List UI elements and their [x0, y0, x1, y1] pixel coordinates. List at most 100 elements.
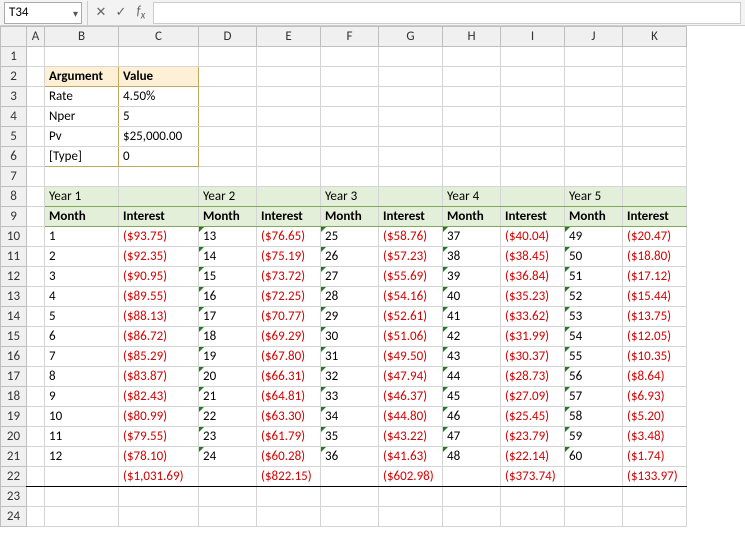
- interest-cell[interactable]: ($47.94): [379, 367, 443, 387]
- cell[interactable]: [27, 367, 45, 387]
- month-cell[interactable]: 55: [565, 347, 623, 367]
- row-header[interactable]: 12: [1, 267, 27, 287]
- cell[interactable]: [27, 147, 45, 167]
- cell[interactable]: [119, 507, 199, 527]
- select-all-corner[interactable]: [1, 27, 27, 47]
- cell[interactable]: [321, 507, 379, 527]
- interest-cell[interactable]: ($18.80): [623, 247, 687, 267]
- cell[interactable]: [501, 107, 565, 127]
- cell[interactable]: [565, 467, 623, 487]
- cell[interactable]: [565, 107, 623, 127]
- argument-name[interactable]: Nper: [45, 107, 119, 127]
- year-title[interactable]: Year 4: [443, 187, 501, 207]
- cell[interactable]: [257, 487, 321, 507]
- cell[interactable]: [623, 147, 687, 167]
- cell[interactable]: [443, 47, 501, 67]
- cell[interactable]: [379, 167, 443, 187]
- interest-cell[interactable]: ($70.77): [257, 307, 321, 327]
- cell[interactable]: [379, 487, 443, 507]
- interest-cell[interactable]: ($27.09): [501, 387, 565, 407]
- month-cell[interactable]: 39: [443, 267, 501, 287]
- interest-cell[interactable]: ($78.10): [119, 447, 199, 467]
- year-total[interactable]: ($602.98): [379, 467, 443, 487]
- month-cell[interactable]: 41: [443, 307, 501, 327]
- interest-cell[interactable]: ($36.84): [501, 267, 565, 287]
- cell[interactable]: [565, 87, 623, 107]
- month-cell[interactable]: 60: [565, 447, 623, 467]
- cell[interactable]: [199, 87, 257, 107]
- row-header[interactable]: 9: [1, 207, 27, 227]
- month-cell[interactable]: 34: [321, 407, 379, 427]
- row-header[interactable]: 21: [1, 447, 27, 467]
- cell[interactable]: [321, 467, 379, 487]
- cell[interactable]: [379, 127, 443, 147]
- row-header[interactable]: 4: [1, 107, 27, 127]
- argument-name[interactable]: [Type]: [45, 147, 119, 167]
- month-cell[interactable]: 6: [45, 327, 119, 347]
- month-cell[interactable]: 59: [565, 427, 623, 447]
- interest-cell[interactable]: ($85.29): [119, 347, 199, 367]
- interest-cell[interactable]: ($88.13): [119, 307, 199, 327]
- cell[interactable]: [257, 47, 321, 67]
- cell[interactable]: [27, 467, 45, 487]
- accept-formula-icon[interactable]: ✓: [111, 2, 131, 24]
- cell[interactable]: [199, 67, 257, 87]
- cell[interactable]: [501, 147, 565, 167]
- interest-cell[interactable]: ($73.72): [257, 267, 321, 287]
- month-cell[interactable]: 18: [199, 327, 257, 347]
- cell[interactable]: [27, 507, 45, 527]
- cell[interactable]: [501, 47, 565, 67]
- cell[interactable]: [27, 67, 45, 87]
- cell[interactable]: [321, 67, 379, 87]
- month-cell[interactable]: 40: [443, 287, 501, 307]
- chevron-down-icon[interactable]: ▾: [73, 7, 78, 20]
- interest-cell[interactable]: ($57.23): [379, 247, 443, 267]
- interest-cell[interactable]: ($3.48): [623, 427, 687, 447]
- cell[interactable]: [27, 87, 45, 107]
- col-header[interactable]: C: [119, 27, 199, 47]
- cell[interactable]: [199, 47, 257, 67]
- col-header[interactable]: K: [623, 27, 687, 47]
- cell[interactable]: [379, 147, 443, 167]
- row-header[interactable]: 6: [1, 147, 27, 167]
- month-cell[interactable]: 35: [321, 427, 379, 447]
- month-cell[interactable]: 21: [199, 387, 257, 407]
- cell[interactable]: [27, 267, 45, 287]
- cell[interactable]: [199, 467, 257, 487]
- cell[interactable]: [27, 487, 45, 507]
- cell[interactable]: [199, 127, 257, 147]
- cell[interactable]: [443, 87, 501, 107]
- cell[interactable]: [27, 287, 45, 307]
- col-header[interactable]: A: [27, 27, 45, 47]
- cell[interactable]: [27, 207, 45, 227]
- interest-cell[interactable]: ($30.37): [501, 347, 565, 367]
- interest-cell[interactable]: ($20.47): [623, 227, 687, 247]
- month-cell[interactable]: 2: [45, 247, 119, 267]
- argument-name[interactable]: Rate: [45, 87, 119, 107]
- year-total[interactable]: ($133.97): [623, 467, 687, 487]
- cell[interactable]: [119, 47, 199, 67]
- interest-cell[interactable]: ($92.35): [119, 247, 199, 267]
- month-cell[interactable]: 50: [565, 247, 623, 267]
- cell[interactable]: [623, 67, 687, 87]
- cell[interactable]: [443, 467, 501, 487]
- month-cell[interactable]: 56: [565, 367, 623, 387]
- argument-value[interactable]: 0: [119, 147, 199, 167]
- row-header[interactable]: 3: [1, 87, 27, 107]
- interest-cell[interactable]: ($17.12): [623, 267, 687, 287]
- cell[interactable]: [27, 447, 45, 467]
- cell[interactable]: [321, 87, 379, 107]
- cell[interactable]: [443, 487, 501, 507]
- interest-cell[interactable]: ($46.37): [379, 387, 443, 407]
- month-cell[interactable]: 5: [45, 307, 119, 327]
- row-header[interactable]: 23: [1, 487, 27, 507]
- month-cell[interactable]: 29: [321, 307, 379, 327]
- cell[interactable]: [27, 47, 45, 67]
- interest-cell[interactable]: ($55.69): [379, 267, 443, 287]
- interest-cell[interactable]: ($12.05): [623, 327, 687, 347]
- interest-cell[interactable]: ($22.14): [501, 447, 565, 467]
- month-cell[interactable]: 8: [45, 367, 119, 387]
- interest-cell[interactable]: ($86.72): [119, 327, 199, 347]
- interest-cell[interactable]: ($38.45): [501, 247, 565, 267]
- cell[interactable]: [27, 247, 45, 267]
